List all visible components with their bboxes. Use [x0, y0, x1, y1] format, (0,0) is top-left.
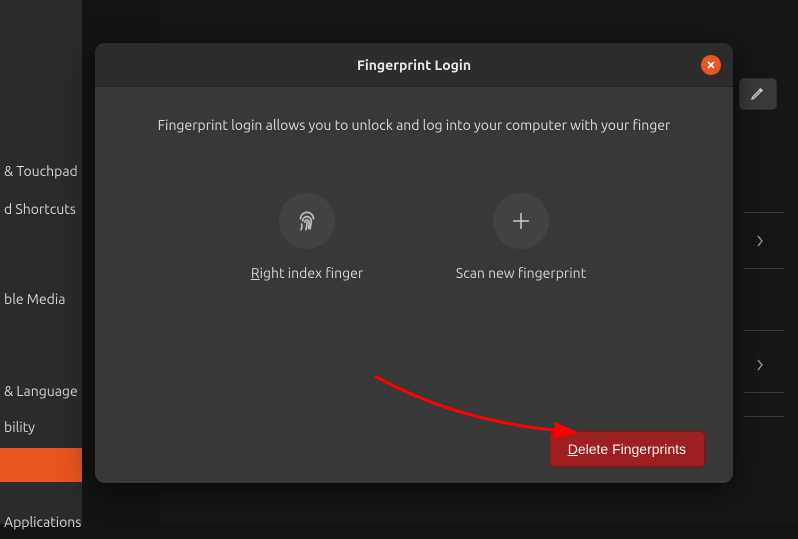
dialog-body: Fingerprint login allows you to unlock a…	[95, 87, 733, 483]
sidebar-item-label: Applications	[4, 514, 81, 530]
dialog-description: Fingerprint login allows you to unlock a…	[123, 117, 705, 133]
sidebar-item-label: bility	[4, 419, 35, 435]
option-scan-new-fingerprint[interactable]: Scan new fingerprint	[441, 193, 601, 281]
dialog-footer: Delete Fingerprints	[95, 431, 733, 467]
sidebar-item-keyboard-shortcuts[interactable]: d Shortcuts	[0, 192, 82, 226]
fingerprint-login-dialog: Fingerprint Login Fingerprint login allo…	[95, 43, 733, 483]
sidebar-item-removable-media[interactable]: ble Media	[0, 282, 82, 316]
sidebar-item-default-applications[interactable]: Applications	[0, 505, 82, 539]
sidebar-item-label: & Language	[4, 383, 78, 399]
dialog-header: Fingerprint Login	[95, 43, 733, 87]
fingerprint-options: Right index finger Scan new fingerprint	[123, 193, 705, 281]
delete-fingerprints-button[interactable]: Delete Fingerprints	[549, 431, 705, 467]
fingerprint-icon	[279, 193, 335, 249]
sidebar-item-accessibility[interactable]: bility	[0, 410, 82, 444]
sidebar-item-label: ble Media	[4, 291, 65, 307]
sidebar-item-mouse-touchpad[interactable]: & Touchpad	[0, 154, 82, 188]
close-icon	[706, 60, 716, 70]
chevron-right-icon	[755, 358, 769, 372]
sidebar-item-label: & Touchpad	[4, 163, 78, 179]
option-right-index-finger[interactable]: Right index finger	[227, 193, 387, 281]
sidebar-item-region-language[interactable]: & Language	[0, 374, 82, 408]
chevron-right-icon	[755, 234, 769, 248]
dialog-title: Fingerprint Login	[357, 57, 471, 73]
option-label: Right index finger	[251, 265, 363, 281]
option-label: Scan new fingerprint	[456, 265, 586, 281]
sidebar-item-label: d Shortcuts	[4, 201, 76, 217]
unlock-edit-button[interactable]	[739, 78, 777, 110]
sidebar-item-active-users[interactable]	[0, 448, 82, 482]
plus-icon	[493, 193, 549, 249]
close-button[interactable]	[701, 55, 721, 75]
settings-sidebar: & Touchpad d Shortcuts ble Media & Langu…	[0, 0, 82, 524]
pencil-icon	[750, 85, 766, 104]
